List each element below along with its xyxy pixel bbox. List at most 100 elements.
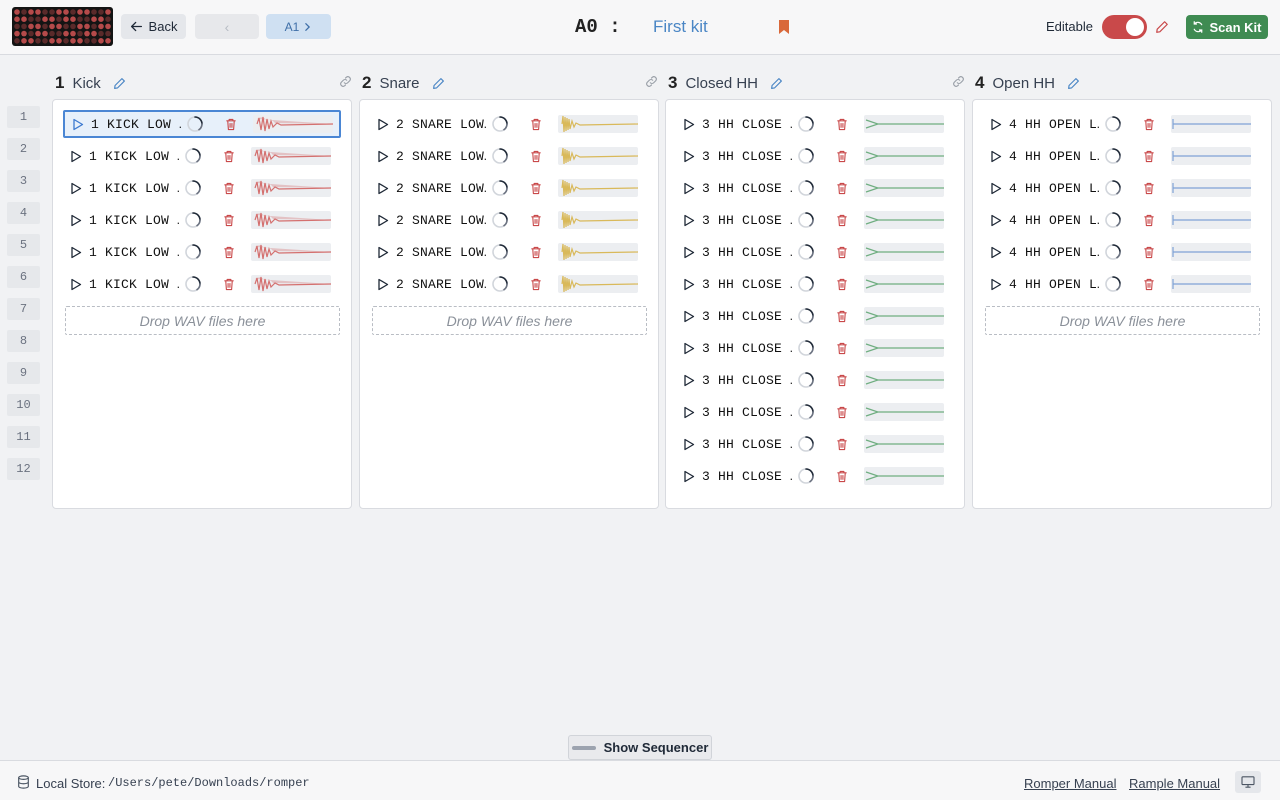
delete-sample-button[interactable] (524, 278, 548, 291)
sample-waveform[interactable] (1171, 179, 1251, 197)
sample-waveform[interactable] (864, 403, 944, 421)
delete-sample-button[interactable] (217, 278, 241, 291)
voice-link-button[interactable] (339, 75, 352, 91)
sample-slot[interactable]: 3 HH CLOSE … (676, 430, 954, 458)
edit-pencil-icon[interactable] (770, 77, 783, 90)
delete-sample-button[interactable] (830, 470, 854, 483)
drop-wav-zone[interactable]: Drop WAV files here (372, 306, 647, 335)
delete-sample-button[interactable] (217, 246, 241, 259)
delete-sample-button[interactable] (830, 342, 854, 355)
play-sample-button[interactable] (63, 150, 89, 163)
sample-waveform[interactable] (1171, 115, 1251, 133)
voice-link-button[interactable] (645, 75, 658, 91)
play-sample-button[interactable] (676, 342, 702, 355)
play-sample-button[interactable] (63, 214, 89, 227)
sample-slot[interactable]: 2 SNARE LOW… (370, 174, 648, 202)
delete-sample-button[interactable] (1137, 118, 1161, 131)
delete-sample-button[interactable] (830, 438, 854, 451)
sample-slot[interactable]: 3 HH CLOSE … (676, 302, 954, 330)
play-sample-button[interactable] (63, 246, 89, 259)
next-kit-button[interactable]: A1 (266, 14, 331, 39)
play-sample-button[interactable] (676, 246, 702, 259)
delete-sample-button[interactable] (1137, 214, 1161, 227)
scan-kit-button[interactable]: Scan Kit (1186, 15, 1268, 39)
play-sample-button[interactable] (65, 118, 91, 131)
delete-sample-button[interactable] (524, 182, 548, 195)
back-button[interactable]: Back (121, 14, 186, 39)
edit-pencil-icon[interactable] (432, 77, 445, 90)
sample-slot[interactable]: 4 HH OPEN L… (983, 174, 1261, 202)
play-sample-button[interactable] (676, 374, 702, 387)
sample-waveform[interactable] (558, 115, 638, 133)
sample-slot[interactable]: 3 HH CLOSE … (676, 206, 954, 234)
play-sample-button[interactable] (983, 118, 1009, 131)
delete-sample-button[interactable] (830, 150, 854, 163)
sample-slot[interactable]: 2 SNARE LOW… (370, 270, 648, 298)
play-sample-button[interactable] (676, 214, 702, 227)
sample-slot[interactable]: 3 HH CLOSE … (676, 398, 954, 426)
play-sample-button[interactable] (676, 470, 702, 483)
delete-sample-button[interactable] (830, 246, 854, 259)
sample-slot[interactable]: 3 HH CLOSE … (676, 174, 954, 202)
delete-sample-button[interactable] (217, 150, 241, 163)
delete-sample-button[interactable] (217, 214, 241, 227)
sample-slot[interactable]: 1 KICK LOW … (63, 110, 341, 138)
sample-waveform[interactable] (1171, 243, 1251, 261)
sample-slot[interactable]: 4 HH OPEN L… (983, 270, 1261, 298)
sample-slot[interactable]: 3 HH CLOSE … (676, 366, 954, 394)
play-sample-button[interactable] (983, 182, 1009, 195)
romper-manual-link[interactable]: Romper Manual (1024, 776, 1117, 791)
play-sample-button[interactable] (370, 182, 396, 195)
sample-waveform[interactable] (1171, 211, 1251, 229)
sample-waveform[interactable] (864, 371, 944, 389)
play-sample-button[interactable] (676, 438, 702, 451)
sample-waveform[interactable] (864, 275, 944, 293)
sample-slot[interactable]: 4 HH OPEN L… (983, 142, 1261, 170)
delete-sample-button[interactable] (1137, 278, 1161, 291)
sample-slot[interactable]: 3 HH CLOSE … (676, 238, 954, 266)
sample-slot[interactable]: 1 KICK LOW … (63, 206, 341, 234)
sample-slot[interactable]: 2 SNARE LOW… (370, 238, 648, 266)
play-sample-button[interactable] (676, 182, 702, 195)
play-sample-button[interactable] (983, 246, 1009, 259)
play-sample-button[interactable] (370, 246, 396, 259)
sample-slot[interactable]: 4 HH OPEN L… (983, 238, 1261, 266)
sample-waveform[interactable] (251, 211, 331, 229)
sample-slot[interactable]: 2 SNARE LOW… (370, 110, 648, 138)
play-sample-button[interactable] (63, 278, 89, 291)
sample-waveform[interactable] (251, 147, 331, 165)
sample-waveform[interactable] (864, 243, 944, 261)
play-sample-button[interactable] (983, 214, 1009, 227)
sample-slot[interactable]: 3 HH CLOSE … (676, 142, 954, 170)
sample-waveform[interactable] (864, 179, 944, 197)
sample-waveform[interactable] (558, 275, 638, 293)
play-sample-button[interactable] (983, 150, 1009, 163)
play-sample-button[interactable] (676, 150, 702, 163)
play-sample-button[interactable] (676, 310, 702, 323)
delete-sample-button[interactable] (830, 310, 854, 323)
link-icon[interactable] (952, 75, 965, 88)
rample-manual-link[interactable]: Rample Manual (1129, 776, 1220, 791)
display-settings-button[interactable] (1235, 771, 1261, 793)
pencil-icon[interactable] (1155, 20, 1169, 34)
editable-toggle[interactable] (1102, 15, 1147, 39)
sample-slot[interactable]: 2 SNARE LOW… (370, 206, 648, 234)
sample-slot[interactable]: 3 HH CLOSE … (676, 334, 954, 362)
prev-kit-button[interactable]: ‹ (195, 14, 259, 39)
sample-slot[interactable]: 1 KICK LOW … (63, 174, 341, 202)
delete-sample-button[interactable] (1137, 182, 1161, 195)
delete-sample-button[interactable] (1137, 246, 1161, 259)
sample-waveform[interactable] (558, 211, 638, 229)
sample-waveform[interactable] (253, 115, 333, 133)
sample-waveform[interactable] (864, 467, 944, 485)
delete-sample-button[interactable] (830, 374, 854, 387)
kit-name[interactable]: First kit (653, 17, 708, 37)
sample-waveform[interactable] (864, 339, 944, 357)
play-sample-button[interactable] (676, 278, 702, 291)
sample-waveform[interactable] (558, 243, 638, 261)
sample-waveform[interactable] (558, 179, 638, 197)
play-sample-button[interactable] (676, 118, 702, 131)
voice-link-button[interactable] (952, 75, 965, 91)
sample-waveform[interactable] (864, 147, 944, 165)
sample-slot[interactable]: 1 KICK LOW … (63, 270, 341, 298)
